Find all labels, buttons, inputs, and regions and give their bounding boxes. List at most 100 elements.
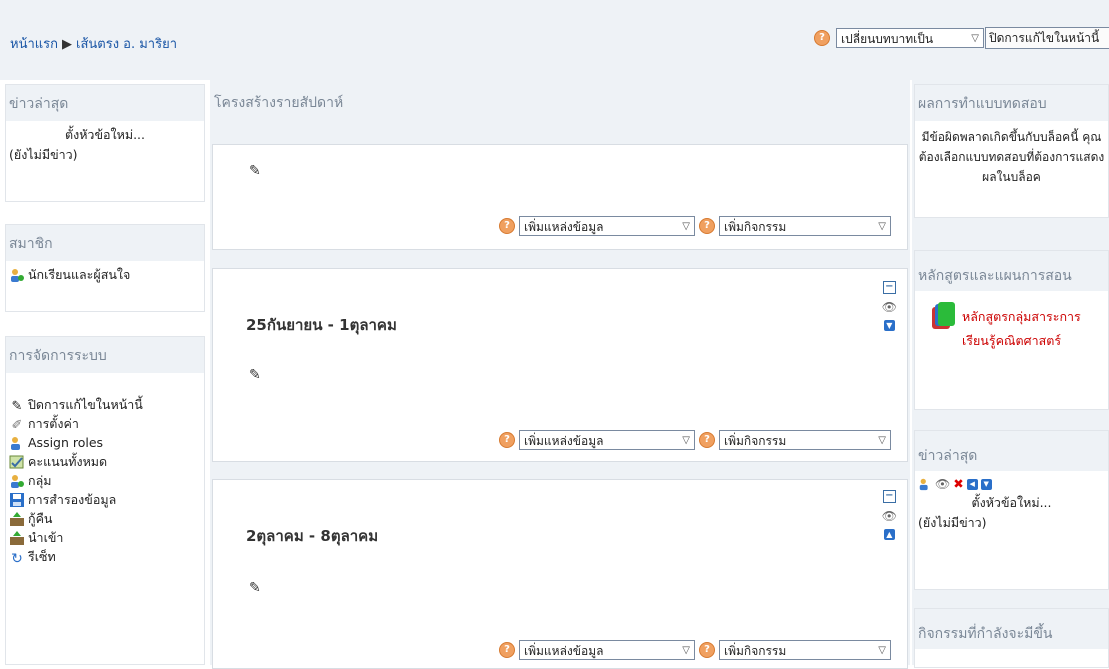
course-section-1: 25กันยายน - 1ตุลาคม ✎ − 👁 ▼ ? เพิ่มแหล่ง… bbox=[212, 268, 908, 462]
move-left-icon[interactable]: ◀ bbox=[966, 478, 978, 490]
add-news-topic-link[interactable]: ตั้งหัวข้อใหม่... bbox=[971, 495, 1051, 510]
help-icon[interactable]: ? bbox=[699, 218, 715, 234]
turn-editing-off-button[interactable]: ปิดการแก้ไขในหน้านี้ bbox=[985, 27, 1109, 49]
admin-item-label: การสำรองข้อมูล bbox=[28, 491, 117, 507]
latest-news-title: ข่าวล่าสุด bbox=[6, 85, 204, 121]
chevron-down-icon: ▽ bbox=[878, 221, 886, 232]
curriculum-link[interactable]: หลักสูตรกลุ่มสาระการเรียนรู้คณิตศาสตร์ bbox=[962, 309, 1081, 348]
quiz-results-title: ผลการทำแบบทดสอบ bbox=[915, 85, 1108, 121]
add-activity-select[interactable]: เพิ่มกิจกรรม ▽ bbox=[719, 640, 891, 660]
move-down-icon[interactable]: ▼ bbox=[883, 320, 895, 331]
section-title: 2ตุลาคม - 8ตุลาคม bbox=[246, 527, 379, 545]
admin-item-turn-editing-off[interactable]: ✎ ปิดการแก้ไขในหน้านี้ bbox=[9, 395, 201, 414]
admin-item-reset[interactable]: ↻ รีเซ็ท bbox=[9, 547, 201, 567]
collapse-icon[interactable]: − bbox=[882, 490, 896, 503]
members-block: สมาชิก นักเรียนและผู้สนใจ bbox=[5, 224, 205, 312]
course-section-0: ✎ ? เพิ่มแหล่งข้อมูล ▽ ? เพิ่มกิจกรรม ▽ bbox=[212, 144, 908, 250]
add-activity-select[interactable]: เพิ่มกิจกรรม ▽ bbox=[719, 430, 891, 450]
users-icon bbox=[11, 268, 24, 282]
admin-item-groups[interactable]: กลุ่ม bbox=[9, 471, 201, 490]
collapse-icon[interactable]: − bbox=[882, 281, 896, 294]
admin-item-label: การตั้งค่า bbox=[28, 415, 79, 431]
add-activity-value: เพิ่มกิจกรรม bbox=[724, 644, 787, 658]
admin-item-label: กู้คืน bbox=[28, 510, 53, 526]
help-icon[interactable]: ? bbox=[699, 432, 715, 448]
no-news-text: (ยังไม่มีข่าว) bbox=[918, 515, 987, 530]
eye-icon[interactable]: 👁 bbox=[935, 474, 950, 494]
curriculum-title: หลักสูตรและแผนการสอน bbox=[915, 251, 1108, 291]
members-list-item[interactable]: นักเรียนและผู้สนใจ bbox=[9, 265, 201, 284]
add-activity-value: เพิ่มกิจกรรม bbox=[724, 220, 787, 234]
quiz-results-message: มีข้อผิดพลาดเกิดขึ้นกับบล็อคนี้ คุณต้องเ… bbox=[918, 130, 1105, 184]
backup-icon bbox=[10, 492, 24, 507]
add-news-topic-link[interactable]: ตั้งหัวข้อใหม่... bbox=[65, 127, 145, 142]
admin-item-label: กลุ่ม bbox=[28, 472, 52, 488]
help-icon[interactable]: ? bbox=[499, 218, 515, 234]
admin-item-label: คะแนนทั้งหมด bbox=[28, 453, 108, 469]
admin-item-label: Assign roles bbox=[28, 434, 104, 450]
pencil-icon: ✎ bbox=[11, 398, 23, 414]
add-resource-select[interactable]: เพิ่มแหล่งข้อมูล ▽ bbox=[519, 216, 695, 236]
admin-item-settings[interactable]: ✐ การตั้งค่า bbox=[9, 414, 201, 433]
help-icon[interactable]: ? bbox=[499, 642, 515, 658]
chevron-down-icon: ▽ bbox=[682, 435, 690, 446]
edit-summary-pencil-icon[interactable]: ✎ bbox=[249, 163, 261, 179]
admin-item-import[interactable]: นำเข้า bbox=[9, 528, 201, 547]
course-section-2: 2ตุลาคม - 8ตุลาคม ✎ − 👁 ▲ ? เพิ่มแหล่งข้… bbox=[212, 479, 908, 669]
admin-item-backup[interactable]: การสำรองข้อมูล bbox=[9, 490, 201, 509]
latest-news-block: ข่าวล่าสุด ตั้งหัวข้อใหม่... (ยังไม่มีข่… bbox=[5, 84, 205, 202]
add-resource-value: เพิ่มแหล่งข้อมูล bbox=[524, 434, 604, 448]
delete-icon[interactable]: ✖ bbox=[953, 474, 963, 494]
admin-item-label: ปิดการแก้ไขในหน้านี้ bbox=[28, 396, 143, 412]
admin-item-label: นำเข้า bbox=[28, 529, 64, 545]
breadcrumb: หน้าแรก ▶ เส้นตรง อ. มาริยา bbox=[10, 33, 177, 54]
import-icon bbox=[10, 530, 24, 545]
quiz-results-block: ผลการทำแบบทดสอบ มีข้อผิดพลาดเกิดขึ้นกับบ… bbox=[914, 84, 1109, 218]
admin-item-grades[interactable]: คะแนนทั้งหมด bbox=[9, 452, 201, 471]
help-icon[interactable]: ? bbox=[699, 642, 715, 658]
members-item-label: นักเรียนและผู้สนใจ bbox=[28, 266, 131, 282]
add-resource-value: เพิ่มแหล่งข้อมูล bbox=[524, 644, 604, 658]
upcoming-events-block: กิจกรรมที่กำลังจะมีขึ้น bbox=[914, 608, 1109, 668]
admin-item-restore[interactable]: กู้คืน bbox=[9, 509, 201, 528]
curriculum-block: หลักสูตรและแผนการสอน หลักสูตรกลุ่มสาระกา… bbox=[914, 250, 1109, 410]
groups-icon bbox=[11, 474, 24, 488]
eye-icon[interactable]: 👁 bbox=[882, 300, 897, 314]
administration-title: การจัดการระบบ bbox=[6, 337, 204, 373]
breadcrumb-separator: ▶ bbox=[62, 37, 72, 52]
roles-icon[interactable] bbox=[918, 477, 932, 491]
roles-icon bbox=[11, 436, 20, 450]
switch-role-value: เปลี่ยนบทบาทเป็น bbox=[841, 32, 934, 46]
add-activity-value: เพิ่มกิจกรรม bbox=[724, 434, 787, 448]
reset-icon: ↻ bbox=[11, 550, 23, 567]
wrench-icon: ✐ bbox=[11, 417, 23, 433]
right-latest-news-block: ข่าวล่าสุด 👁 ✖ ◀ ▼ ตั้งหัวข้อใหม่... (ยั… bbox=[914, 430, 1109, 590]
add-activity-select[interactable]: เพิ่มกิจกรรม ▽ bbox=[719, 216, 891, 236]
add-resource-select[interactable]: เพิ่มแหล่งข้อมูล ▽ bbox=[519, 430, 695, 450]
admin-item-assign-roles[interactable]: Assign roles bbox=[9, 433, 201, 452]
grades-icon bbox=[9, 455, 24, 468]
right-news-title: ข่าวล่าสุด bbox=[915, 431, 1108, 471]
add-resource-select[interactable]: เพิ่มแหล่งข้อมูล ▽ bbox=[519, 640, 695, 660]
help-icon[interactable]: ? bbox=[499, 432, 515, 448]
chevron-down-icon: ▽ bbox=[971, 33, 979, 44]
chevron-down-icon: ▽ bbox=[682, 645, 690, 656]
members-title: สมาชิก bbox=[6, 225, 204, 261]
edit-summary-pencil-icon[interactable]: ✎ bbox=[249, 367, 261, 383]
edit-summary-pencil-icon[interactable]: ✎ bbox=[249, 580, 261, 596]
chevron-down-icon: ▽ bbox=[878, 645, 886, 656]
eye-icon[interactable]: 👁 bbox=[882, 509, 897, 523]
chevron-down-icon: ▽ bbox=[682, 221, 690, 232]
add-resource-value: เพิ่มแหล่งข้อมูล bbox=[524, 220, 604, 234]
administration-block: การจัดการระบบ ✎ ปิดการแก้ไขในหน้านี้ ✐ ก… bbox=[5, 336, 205, 665]
breadcrumb-course-link[interactable]: เส้นตรง อ. มาริยา bbox=[76, 37, 177, 52]
move-down-icon[interactable]: ▼ bbox=[980, 478, 992, 490]
switch-role-select[interactable]: เปลี่ยนบทบาทเป็น ▽ bbox=[836, 28, 984, 48]
help-icon[interactable]: ? bbox=[814, 30, 830, 46]
restore-icon bbox=[10, 511, 24, 526]
chevron-down-icon: ▽ bbox=[878, 435, 886, 446]
move-up-icon[interactable]: ▲ bbox=[883, 529, 895, 540]
no-news-text: (ยังไม่มีข่าว) bbox=[9, 147, 78, 162]
admin-item-label: รีเซ็ท bbox=[28, 548, 56, 564]
breadcrumb-home-link[interactable]: หน้าแรก bbox=[10, 37, 58, 52]
